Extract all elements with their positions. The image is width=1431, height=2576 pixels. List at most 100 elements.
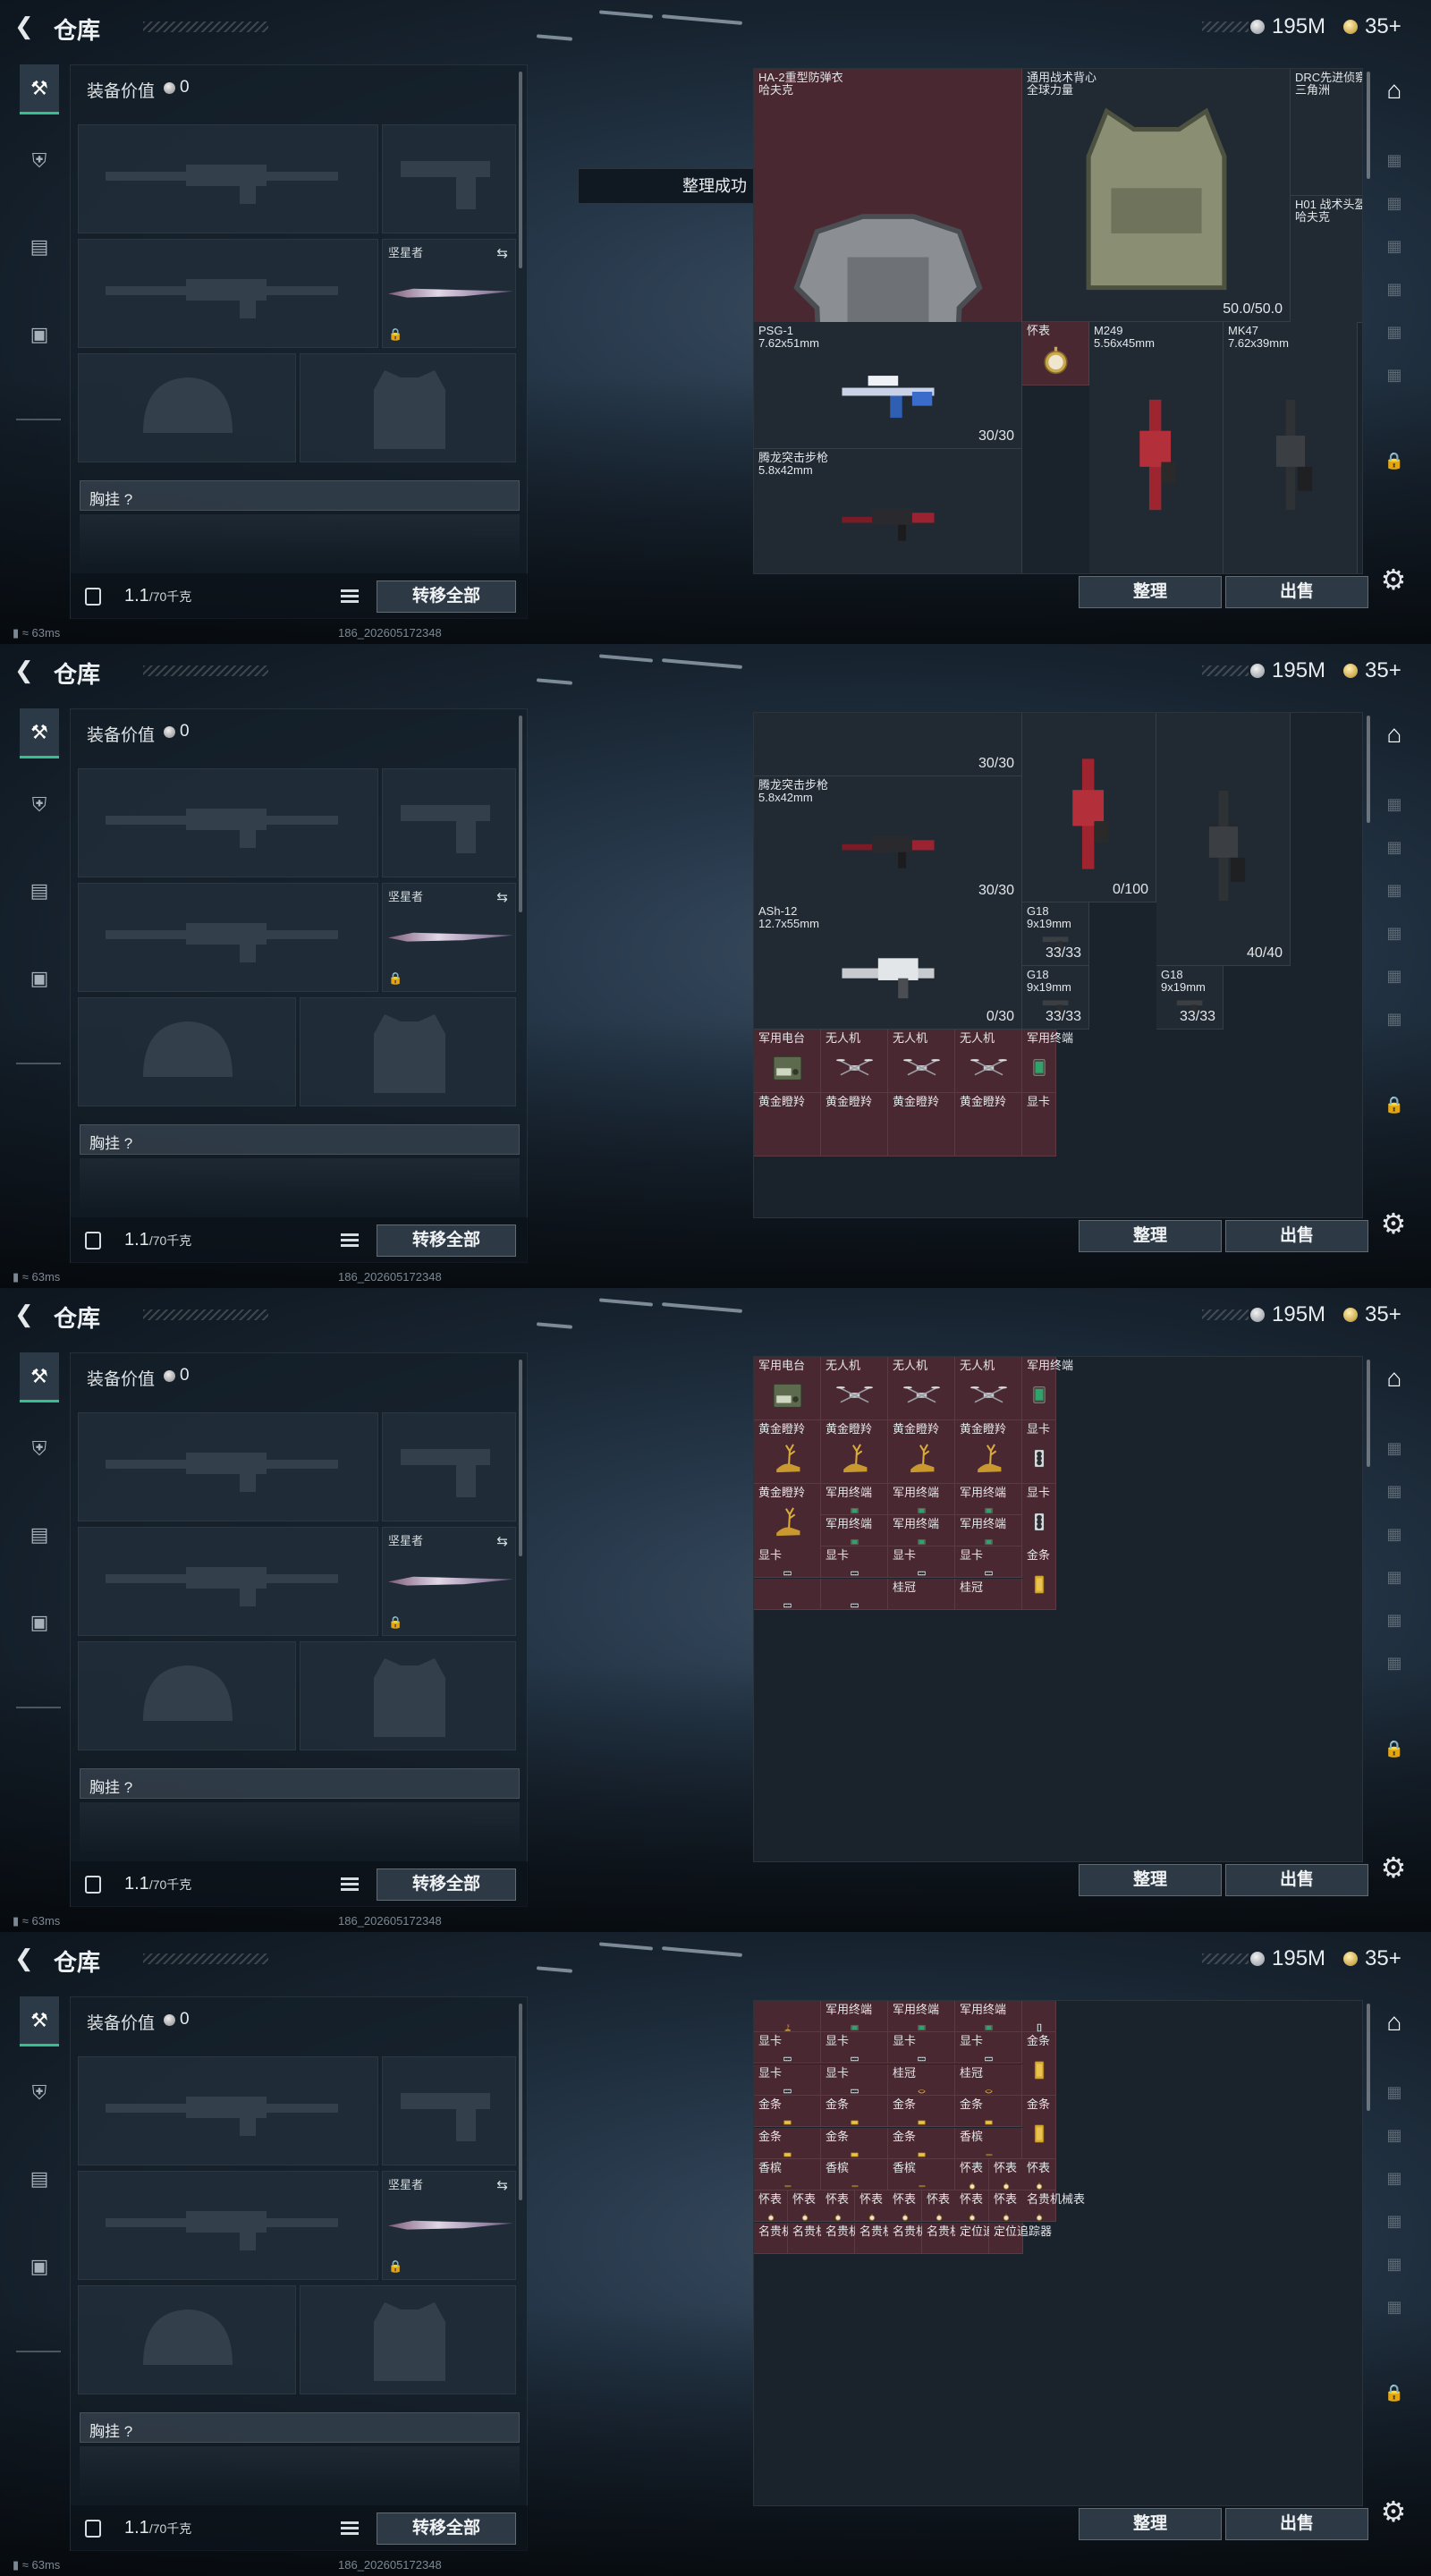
stash-item[interactable]: ASh-12 12.7x55mm 0/30 <box>754 902 1022 1030</box>
stash-item[interactable]: 怀表 <box>989 2190 1023 2222</box>
stash-item[interactable]: 香槟 <box>955 2128 1022 2159</box>
transfer-all-button[interactable]: 转移全部 <box>377 1868 516 1901</box>
sell-button[interactable]: 出售 <box>1225 1220 1368 1252</box>
stash-grid[interactable]: 30/30 腾龙突击步枪 5.8x42mm 30/30 0/100 40/40 ASh-1… <box>753 712 1363 1218</box>
stash-item[interactable]: 金条 <box>754 2128 821 2159</box>
stash-item[interactable]: 军用终端 <box>1022 1357 1073 1420</box>
storage-tab-icon[interactable]: ▦ <box>1377 147 1411 174</box>
chest-rig-header[interactable]: 胸挂 ? <box>80 1768 520 1799</box>
stash-item[interactable]: 显卡 <box>1022 1093 1056 1157</box>
gear-icon[interactable]: ⚙ <box>1377 1208 1410 1240</box>
storage-tab-icon[interactable]: ▦ <box>1377 1435 1411 1462</box>
pistol-icon[interactable]: ⚒ <box>20 1996 59 2046</box>
stash-item[interactable] <box>754 1579 821 1610</box>
primary-weapon-slot[interactable] <box>78 1412 378 1521</box>
helmet-slot[interactable] <box>78 2285 296 2394</box>
storage-tab-icon[interactable]: ▦ <box>1377 1478 1411 1504</box>
back-chevron-icon[interactable]: ❮ <box>14 657 38 683</box>
transfer-all-button[interactable]: 转移全部 <box>377 580 516 613</box>
melee-slot[interactable]: 坚星者 ⇆ 🔒 <box>382 239 516 348</box>
stash-item[interactable]: 军用终端 <box>1022 1030 1073 1093</box>
list-icon[interactable] <box>341 589 359 604</box>
gold-balance[interactable]: 35+ <box>1365 658 1401 683</box>
storage-tab-icon[interactable]: ▦ <box>1377 2165 1411 2191</box>
stash-grid[interactable]: HA-2重型防弹衣 哈夫克115.0/115.0通用战术背心 全球力量50.0/… <box>753 68 1363 574</box>
stash-item[interactable]: 显卡 <box>955 2032 1022 2063</box>
stash-item[interactable]: 金条 <box>955 2096 1022 2127</box>
stash-item[interactable]: 显卡 <box>821 2032 888 2063</box>
storage-tab-icon[interactable]: ▦ <box>1377 2122 1411 2148</box>
stash-item[interactable]: 显卡 <box>955 1546 1022 1578</box>
swap-icon[interactable]: ⇆ <box>496 1533 508 1549</box>
storage-tab-icon[interactable]: ▦ <box>1377 1005 1411 1032</box>
stash-item[interactable]: 怀表 <box>922 2190 956 2222</box>
stash-scrollbar[interactable] <box>1367 716 1370 823</box>
armor-tab-icon[interactable]: ⛨ <box>20 136 59 186</box>
stash-item[interactable]: 黄金瞪羚 <box>821 1420 888 1484</box>
stash-item[interactable]: 名贵机械表 <box>922 2223 985 2254</box>
storage-tab-icon[interactable]: ▦ <box>1377 1649 1411 1676</box>
stash-item[interactable]: PSG-1 7.62x51mm 30/30 <box>754 322 1022 449</box>
transfer-all-button[interactable]: 转移全部 <box>377 2512 516 2545</box>
back-chevron-icon[interactable]: ❮ <box>14 1301 38 1327</box>
stash-item[interactable]: 怀表 <box>989 2159 1023 2190</box>
helmet-slot[interactable] <box>78 353 296 462</box>
stash-item[interactable]: 怀表 <box>754 2190 788 2222</box>
home-icon[interactable]: ⌂ <box>1377 76 1411 104</box>
stash-item[interactable]: 30/30 <box>754 713 1022 776</box>
sort-button[interactable]: 整理 <box>1079 1864 1222 1896</box>
stash-item[interactable]: 黄金瞪羚 <box>754 1093 821 1157</box>
storage-tab-icon[interactable]: ▦ <box>1377 791 1411 818</box>
stash-item[interactable]: 显卡 <box>888 2032 955 2063</box>
stash-item[interactable]: 黄金瞪羚 <box>955 1093 1022 1157</box>
armor-tab-icon[interactable]: ⛨ <box>20 780 59 830</box>
sort-button[interactable]: 整理 <box>1079 2508 1222 2540</box>
back-chevron-icon[interactable]: ❮ <box>14 1945 38 1971</box>
sidearm-slot[interactable] <box>382 2056 516 2165</box>
stash-item[interactable]: 名贵机械表 <box>821 2223 884 2254</box>
stash-item[interactable]: 无人机 <box>955 1357 1022 1420</box>
storage-tab-icon[interactable]: ▦ <box>1377 233 1411 259</box>
stash-item[interactable]: 军用电台 <box>754 1030 821 1093</box>
armor-tab-icon[interactable]: ⛨ <box>20 1424 59 1474</box>
stash-item[interactable]: 香槟 <box>821 2159 888 2190</box>
sell-button[interactable]: 出售 <box>1225 2508 1368 2540</box>
briefcase-tab-icon[interactable]: ▣ <box>20 309 59 360</box>
stash-item[interactable]: 怀表 <box>1022 2159 1056 2190</box>
list-icon[interactable] <box>341 2521 359 2536</box>
storage-tab-icon[interactable]: ▦ <box>1377 2079 1411 2106</box>
stash-item[interactable]: 名贵机械表 <box>788 2223 851 2254</box>
stash-item[interactable]: 显卡 <box>1022 1420 1056 1484</box>
stash-item[interactable]: 桂冠 <box>888 1579 955 1610</box>
stash-item[interactable]: 名贵机械表 <box>1022 2190 1085 2222</box>
stash-item[interactable]: 金条 <box>1022 2032 1056 2096</box>
stash-item[interactable]: 显卡 <box>821 1546 888 1578</box>
stash-item[interactable]: 黄金瞪羚 <box>754 1420 821 1484</box>
stash-item[interactable]: 军用终端 <box>821 1484 888 1515</box>
stash-item[interactable]: 金条 <box>1022 2096 1056 2159</box>
clipboard-tab-icon[interactable]: ▤ <box>20 222 59 272</box>
stash-item[interactable]: 军用终端 <box>955 1484 1022 1515</box>
stash-item[interactable]: 金条 <box>821 2096 888 2127</box>
storage-tab-icon[interactable]: ▦ <box>1377 1521 1411 1547</box>
stash-item[interactable]: 黄金瞪羚 <box>888 1420 955 1484</box>
gold-balance[interactable]: 35+ <box>1365 14 1401 39</box>
gear-icon[interactable]: ⚙ <box>1377 564 1410 596</box>
gold-balance[interactable]: 35+ <box>1365 1302 1401 1327</box>
stash-item[interactable]: 腾龙突击步枪 5.8x42mm <box>754 449 1022 573</box>
stash-item[interactable]: 名贵机械表 <box>855 2223 918 2254</box>
primary-weapon-slot[interactable] <box>78 768 378 877</box>
home-icon[interactable]: ⌂ <box>1377 720 1411 748</box>
stash-item[interactable]: 怀表 <box>821 2190 855 2222</box>
stash-item[interactable]: 显卡 <box>754 2064 821 2096</box>
swap-icon[interactable]: ⇆ <box>496 889 508 905</box>
armor-slot[interactable] <box>300 2285 516 2394</box>
chest-rig-header[interactable]: 胸挂 ? <box>80 1124 520 1155</box>
stash-item[interactable]: 显卡 <box>754 1546 821 1578</box>
gear-icon[interactable]: ⚙ <box>1377 2496 1410 2528</box>
stash-item[interactable]: 怀表 <box>955 2190 989 2222</box>
storage-tab-icon[interactable]: ▦ <box>1377 877 1411 903</box>
pistol-icon[interactable]: ⚒ <box>20 64 59 114</box>
stash-item[interactable]: 军用电台 <box>754 1357 821 1420</box>
secondary-weapon-slot[interactable] <box>78 2171 378 2280</box>
